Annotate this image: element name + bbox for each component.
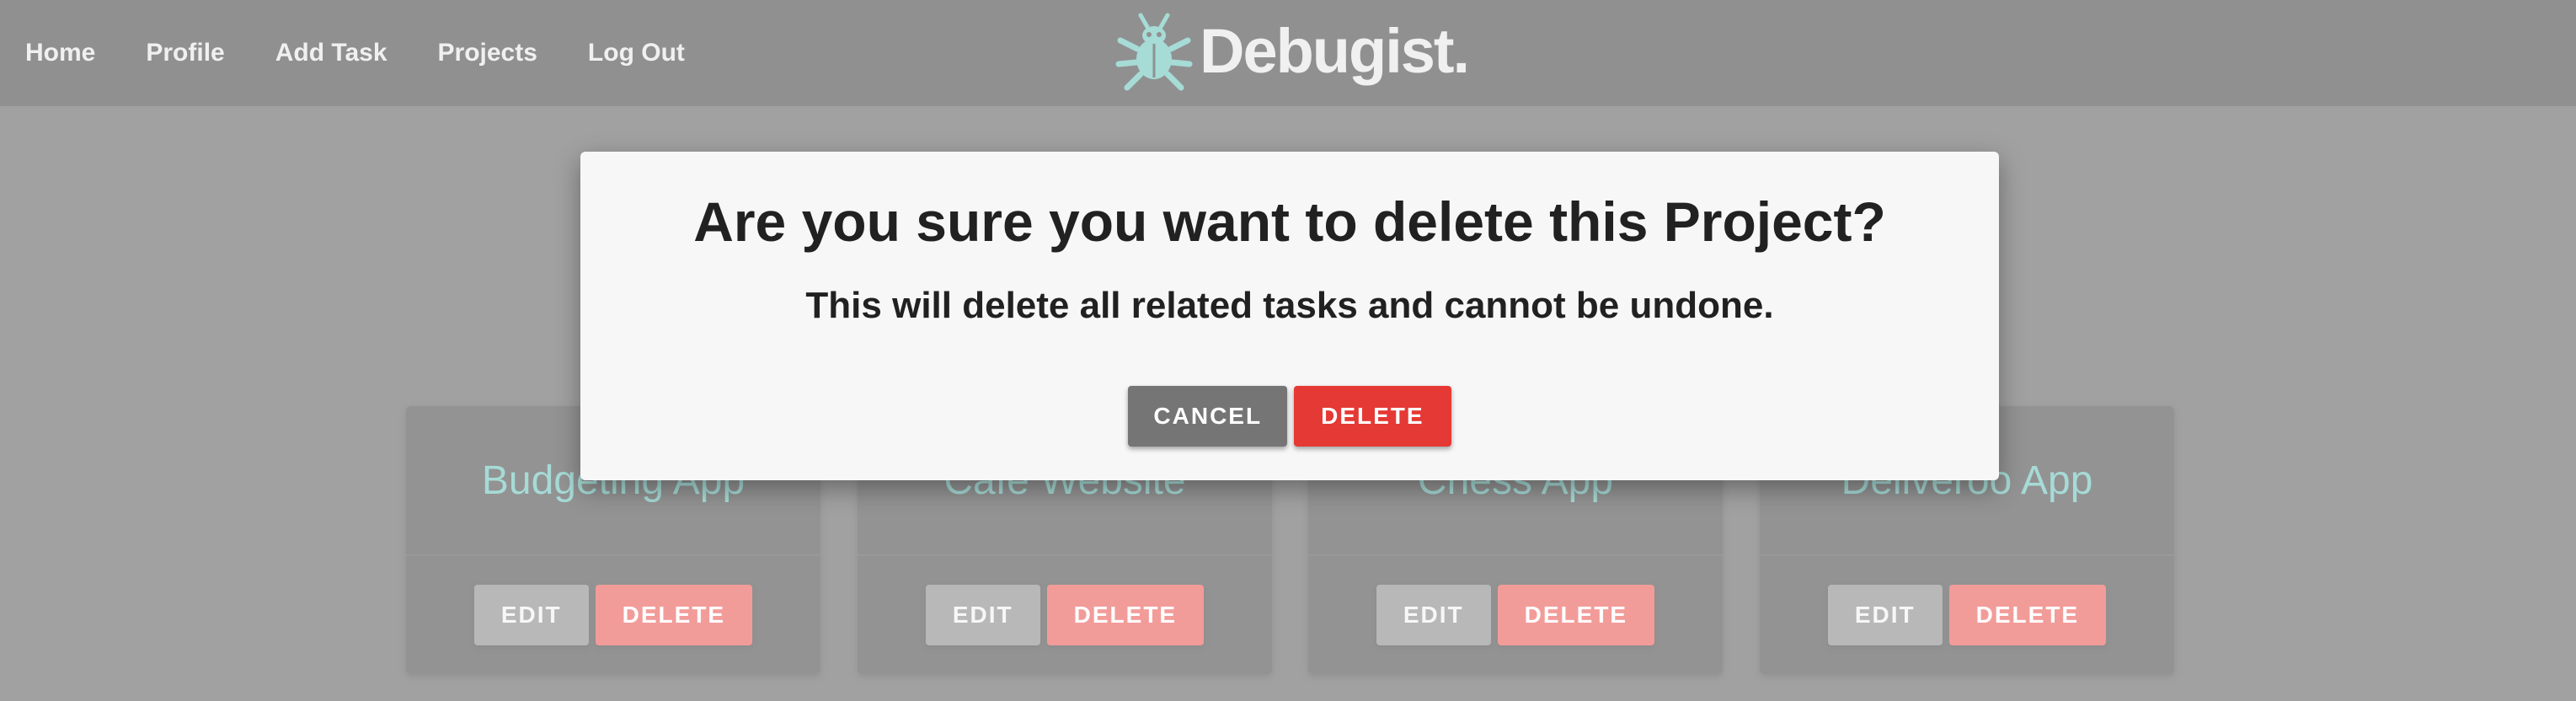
delete-confirm-modal: Are you sure you want to delete this Pro…: [580, 152, 1999, 480]
confirm-delete-button[interactable]: DELETE: [1294, 386, 1451, 447]
cancel-button[interactable]: CANCEL: [1128, 386, 1288, 447]
modal-actions: CANCEL DELETE: [580, 386, 1999, 447]
modal-subtitle: This will delete all related tasks and c…: [805, 285, 1774, 326]
modal-title: Are you sure you want to delete this Pro…: [693, 190, 1886, 253]
